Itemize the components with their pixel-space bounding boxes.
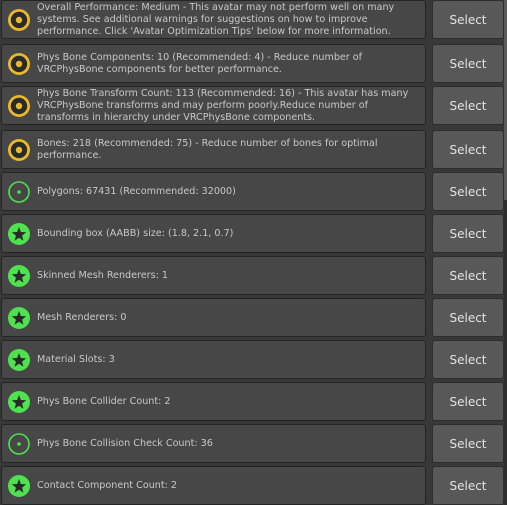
excellent-star-icon — [7, 348, 31, 372]
list-item: Bounding box (AABB) size: (1.8, 2.1, 0.7… — [0, 214, 504, 253]
message-box: Phys Bone Collision Check Count: 36 — [1, 424, 426, 463]
list-item: Phys Bone Transform Count: 113 (Recommen… — [0, 86, 504, 125]
select-button[interactable]: Select — [432, 86, 504, 125]
message-box: Contact Component Count: 2 — [1, 466, 426, 505]
message-text: Mesh Renderers: 0 — [37, 311, 127, 323]
select-button[interactable]: Select — [432, 382, 504, 421]
message-text: Phys Bone Components: 10 (Recommended: 4… — [37, 51, 363, 75]
select-button[interactable]: Select — [432, 466, 504, 505]
list-item: Mesh Renderers: 0 Select — [0, 298, 504, 337]
medium-ring-icon — [7, 138, 31, 162]
list-item: Phys Bone Components: 10 (Recommended: 4… — [0, 44, 504, 83]
good-dot-icon — [7, 180, 31, 204]
message-text: Skinned Mesh Renderers: 1 — [37, 269, 168, 281]
list-item: Contact Component Count: 2 Select — [0, 466, 504, 505]
excellent-star-icon — [7, 474, 31, 498]
list-item: Material Slots: 3 Select — [0, 340, 504, 379]
message-box: Overall Performance: Medium - This avata… — [1, 0, 426, 39]
message-box: Phys Bone Transform Count: 113 (Recommen… — [1, 86, 426, 125]
message-text: Overall Performance: Medium - This avata… — [37, 1, 395, 37]
list-item: Skinned Mesh Renderers: 1 Select — [0, 256, 504, 295]
message-box: Skinned Mesh Renderers: 1 — [1, 256, 426, 295]
select-button[interactable]: Select — [432, 130, 504, 169]
medium-ring-icon — [7, 8, 31, 32]
performance-stats-panel: Overall Performance: Medium - This avata… — [0, 0, 507, 505]
excellent-star-icon — [7, 390, 31, 414]
select-button[interactable]: Select — [432, 340, 504, 379]
select-button[interactable]: Select — [432, 0, 504, 39]
message-box: Polygons: 67431 (Recommended: 32000) — [1, 172, 426, 211]
excellent-star-icon — [7, 306, 31, 330]
select-button[interactable]: Select — [432, 256, 504, 295]
message-box: Material Slots: 3 — [1, 340, 426, 379]
message-box: Phys Bone Components: 10 (Recommended: 4… — [1, 44, 426, 83]
good-dot-icon — [7, 432, 31, 456]
list-item: Phys Bone Collider Count: 2 Select — [0, 382, 504, 421]
message-box: Bounding box (AABB) size: (1.8, 2.1, 0.7… — [1, 214, 426, 253]
select-button[interactable]: Select — [432, 214, 504, 253]
message-box: Mesh Renderers: 0 — [1, 298, 426, 337]
excellent-star-icon — [7, 264, 31, 288]
select-button[interactable]: Select — [432, 298, 504, 337]
select-button[interactable]: Select — [432, 172, 504, 211]
list-item: Overall Performance: Medium - This avata… — [0, 0, 504, 39]
select-button[interactable]: Select — [432, 44, 504, 83]
message-text: Contact Component Count: 2 — [37, 479, 177, 491]
message-text: Material Slots: 3 — [37, 353, 115, 365]
message-box: Bones: 218 (Recommended: 75) - Reduce nu… — [1, 130, 426, 169]
message-box: Phys Bone Collider Count: 2 — [1, 382, 426, 421]
message-text: Phys Bone Collision Check Count: 36 — [37, 437, 213, 449]
message-text: Bounding box (AABB) size: (1.8, 2.1, 0.7… — [37, 227, 234, 239]
list-item: Polygons: 67431 (Recommended: 32000) Sele… — [0, 172, 504, 211]
medium-ring-icon — [7, 94, 31, 118]
message-text: Phys Bone Collider Count: 2 — [37, 395, 171, 407]
message-text: Bones: 218 (Recommended: 75) - Reduce nu… — [37, 137, 378, 161]
medium-ring-icon — [7, 52, 31, 76]
select-button[interactable]: Select — [432, 424, 504, 463]
message-text: Polygons: 67431 (Recommended: 32000) — [37, 185, 236, 197]
list-item: Bones: 218 (Recommended: 75) - Reduce nu… — [0, 130, 504, 169]
excellent-star-icon — [7, 222, 31, 246]
message-text: Phys Bone Transform Count: 113 (Recommen… — [37, 87, 409, 123]
list-item: Phys Bone Collision Check Count: 36 Selec… — [0, 424, 504, 463]
